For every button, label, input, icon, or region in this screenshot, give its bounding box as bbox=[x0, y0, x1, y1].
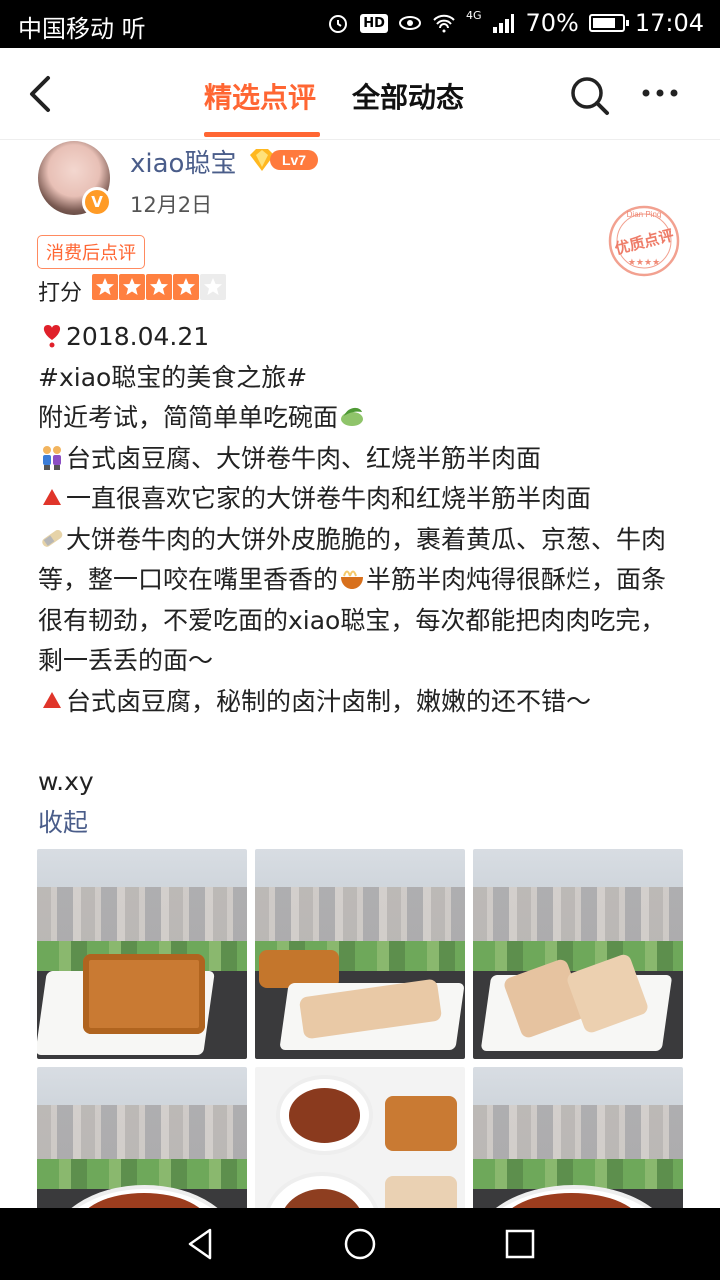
nav-home-icon[interactable] bbox=[342, 1226, 378, 1262]
search-icon[interactable] bbox=[568, 74, 610, 116]
review-photo[interactable] bbox=[37, 1067, 247, 1208]
review-photo[interactable] bbox=[473, 1067, 683, 1208]
score-label: 打分 bbox=[38, 281, 83, 306]
review-line: 附近考试，简简单单吃碗面 bbox=[38, 398, 688, 439]
review-line: 台式卤豆腐、大饼卷牛肉、红烧半筋半肉面 bbox=[38, 439, 688, 480]
nav-recents-icon[interactable] bbox=[502, 1226, 538, 1262]
leaf-bowl-icon bbox=[341, 407, 364, 426]
signal-icon bbox=[493, 14, 515, 33]
quality-review-stamp: Dian Ping 优质点评 ★★★★ bbox=[608, 205, 680, 277]
vip-level-badge: Lv7 bbox=[250, 149, 318, 171]
star-filled-icon bbox=[92, 274, 118, 300]
network-type: 4G bbox=[465, 8, 482, 22]
review-date: 12月2日 bbox=[130, 193, 213, 217]
battery-percent: 70% bbox=[525, 9, 579, 37]
top-nav: 精选点评 全部动态 bbox=[0, 48, 720, 140]
back-arrow-icon[interactable] bbox=[22, 72, 62, 116]
rating-stars bbox=[92, 274, 226, 300]
carrier-label: 中国移动 听 bbox=[18, 15, 146, 43]
star-filled-icon bbox=[146, 274, 172, 300]
svg-text:★★★★: ★★★★ bbox=[628, 258, 660, 268]
active-tab-indicator bbox=[204, 132, 320, 137]
review-photo[interactable] bbox=[255, 849, 465, 1059]
clock: 17:04 bbox=[634, 9, 704, 37]
review-line: 一直很喜欢它家的大饼卷牛肉和红烧半筋半肉面 bbox=[38, 479, 688, 520]
battery-icon bbox=[588, 14, 629, 32]
review-photo[interactable] bbox=[473, 849, 683, 1059]
review-paragraph: 大饼卷牛肉的大饼外皮脆脆的，裹着黄瓜、京葱、牛肉等，整一口咬在嘴里香香的 半筋半肉… bbox=[38, 524, 667, 676]
heart-exclamation-icon bbox=[43, 325, 61, 348]
eye-icon bbox=[398, 16, 421, 30]
review-line: 2018.04.21 bbox=[38, 317, 688, 358]
level-text: Lv7 bbox=[282, 152, 306, 168]
stamp-subtext: Dian Ping bbox=[627, 210, 662, 219]
noodle-bowl-icon bbox=[341, 570, 364, 589]
review-photo[interactable] bbox=[255, 1067, 465, 1208]
verified-badge: V bbox=[82, 187, 112, 217]
more-options-icon[interactable] bbox=[640, 78, 680, 108]
review-content[interactable]: V xiao聪宝 Lv7 12月2日 消费后点评 Dian Ping 优质点评 … bbox=[0, 141, 720, 1208]
review-line: #xiao聪宝的美食之旅# bbox=[38, 362, 308, 392]
system-nav-bar bbox=[0, 1208, 720, 1280]
star-empty-icon bbox=[200, 274, 226, 300]
alarm-icon bbox=[329, 15, 348, 33]
stamp-text: 优质点评 bbox=[613, 226, 676, 258]
tab-featured-reviews[interactable]: 精选点评 bbox=[204, 76, 316, 116]
username[interactable]: xiao聪宝 bbox=[130, 143, 236, 180]
tab-all-activity[interactable]: 全部动态 bbox=[352, 76, 464, 116]
review-photo[interactable] bbox=[37, 849, 247, 1059]
star-filled-icon bbox=[173, 274, 199, 300]
signature: w.xy bbox=[38, 767, 94, 796]
red-triangle-icon bbox=[43, 691, 61, 708]
star-filled-icon bbox=[119, 274, 145, 300]
wifi-icon bbox=[433, 14, 455, 33]
hd-icon: HD bbox=[360, 13, 388, 33]
collapse-link[interactable]: 收起 bbox=[38, 803, 688, 844]
couple-icon bbox=[43, 445, 61, 470]
consumed-review-tag: 消费后点评 bbox=[37, 235, 145, 269]
status-bar: 中国移动 听 HD 4G 70% 17:04 bbox=[0, 0, 720, 48]
review-text: 2018.04.21 #xiao聪宝的美食之旅# 附近考试，简简单单吃碗面 台式… bbox=[38, 317, 688, 843]
red-triangle-icon bbox=[43, 489, 61, 505]
review-line: 台式卤豆腐，秘制的卤汁卤制，嫩嫩的还不错～ bbox=[38, 682, 688, 723]
burrito-icon bbox=[42, 529, 63, 547]
nav-back-icon[interactable] bbox=[182, 1226, 218, 1262]
